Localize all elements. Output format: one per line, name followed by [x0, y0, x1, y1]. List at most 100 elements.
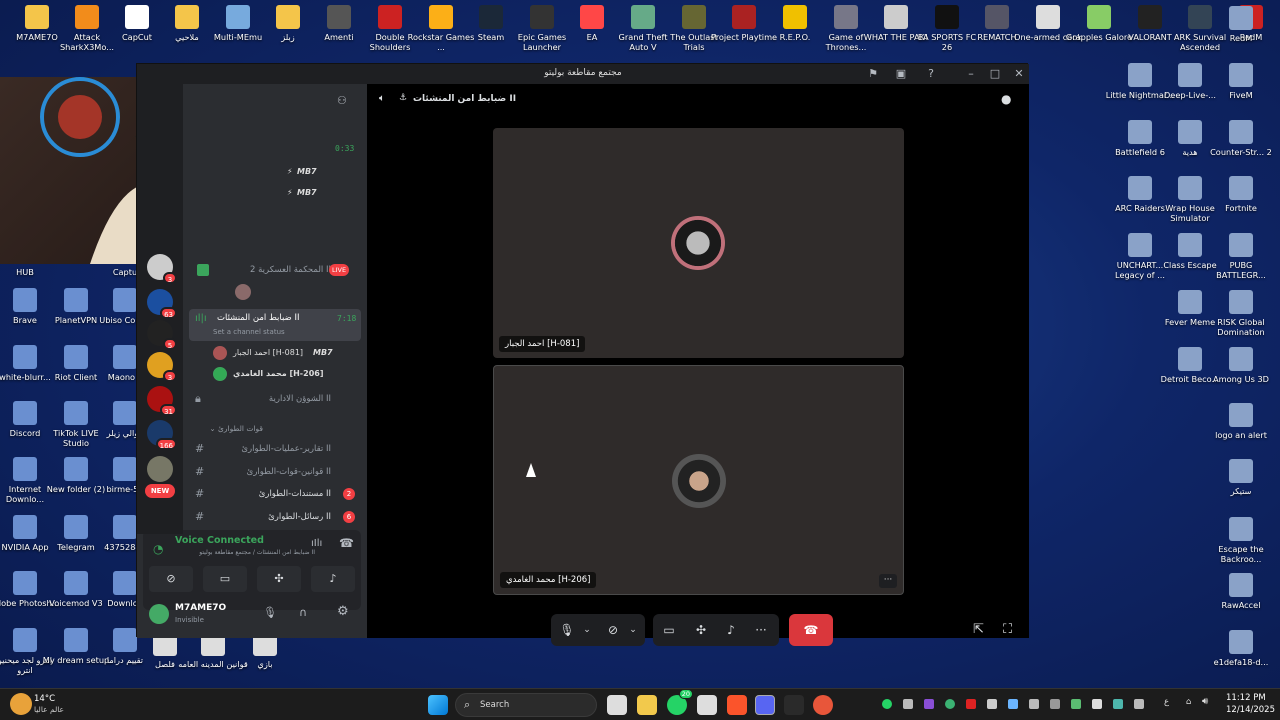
tray-icon[interactable] — [966, 699, 976, 709]
desktop-icon[interactable]: logo an alert — [1206, 403, 1276, 440]
desktop-icon[interactable]: RISK Global Domination — [1206, 290, 1276, 337]
active-voice-channel[interactable]: ıl|ı II ضبابط امن المنشئات 7:18 Set a ch… — [189, 309, 361, 341]
voice-member[interactable]: محمد الغامدي [H-206] — [213, 365, 361, 383]
desktop-icon-label: R.E.P.O. — [779, 32, 811, 42]
chevron-down-icon[interactable]: ⌄ — [573, 614, 601, 646]
channel-status[interactable]: Set a channel status — [213, 328, 285, 336]
desktop-icon[interactable]: Escape the Backroo... — [1206, 517, 1276, 564]
headphones-icon[interactable]: ∩ — [299, 606, 307, 619]
screen-share-button[interactable]: ▭ — [655, 614, 683, 646]
maximize-button[interactable]: □ — [987, 67, 1003, 81]
desktop-icon-label: RawAccel — [1221, 600, 1261, 610]
server-icon[interactable]: 31 — [147, 386, 177, 416]
desktop-icon[interactable]: RedM — [1206, 6, 1276, 43]
text-channel[interactable]: # II قوانين-قوات-الطوارئ — [189, 462, 361, 482]
app-icon — [1178, 120, 1202, 144]
soundboard-button[interactable]: ♪ — [717, 614, 745, 646]
brave-icon[interactable] — [727, 695, 747, 715]
tray-icon[interactable] — [1029, 699, 1039, 709]
terminal-icon[interactable] — [784, 695, 804, 715]
microphone-icon[interactable]: 🎙︎ — [263, 606, 277, 619]
server-icon[interactable] — [147, 456, 173, 482]
activities-button[interactable]: ✣ — [687, 614, 715, 646]
voice-location[interactable]: II ضبابط امن المنشئات / مجتمع مقاطعة بول… — [175, 549, 315, 556]
file-explorer-icon[interactable] — [637, 695, 657, 715]
locked-channel[interactable]: 🔒︎ II الشوؤن الادارية — [189, 389, 361, 409]
leave-call-button[interactable]: ☎ — [789, 614, 833, 646]
server-icon[interactable]: 5 — [147, 320, 177, 350]
activities-button[interactable]: ✣ — [257, 566, 301, 592]
noise-suppression-icon[interactable]: ıIlı — [311, 538, 322, 549]
participant-tile[interactable]: محمد الغامدي [H-206] ··· — [493, 365, 904, 595]
desktop-icon[interactable]: PUBG BATTLEGR... — [1206, 233, 1276, 280]
desktop-icon[interactable]: Among Us 3D — [1206, 347, 1276, 384]
weather-icon[interactable] — [10, 693, 32, 715]
new-badge[interactable]: NEW — [145, 484, 175, 498]
server-icon[interactable]: 166 — [147, 420, 177, 450]
avatar[interactable] — [149, 604, 169, 624]
windows-start-icon[interactable] — [428, 695, 448, 715]
tray-icon[interactable] — [1092, 699, 1102, 709]
category-header[interactable]: قوات الطوارئ ⌄ — [193, 424, 263, 433]
desktop-icon[interactable]: RawAccel — [1206, 573, 1276, 610]
text-channel[interactable]: # II تقارير-عمليات-الطوارئ — [189, 439, 361, 459]
popout-icon[interactable]: ⇱ — [973, 622, 984, 637]
tray-icon[interactable] — [1113, 699, 1123, 709]
tray-icon[interactable] — [924, 699, 934, 709]
text-channel[interactable]: # II مستندات-الطوارئ 2 — [189, 484, 361, 504]
help-icon[interactable]: ? — [923, 67, 939, 81]
desktop-icon[interactable]: Counter-Str... 2 — [1206, 120, 1276, 157]
camera-off-button[interactable]: ⊘ — [149, 566, 193, 592]
tray-icon[interactable] — [903, 699, 913, 709]
discord-icon[interactable] — [755, 695, 775, 715]
voice-channel-live[interactable]: II المحكمة العسكرية 2 LIVE — [189, 260, 361, 280]
whatsapp-tray-icon[interactable] — [882, 699, 892, 709]
live-badge: LIVE — [329, 264, 350, 276]
tray-icon[interactable] — [1008, 699, 1018, 709]
clock-time[interactable]: 11:12 PM — [1226, 693, 1266, 703]
whatsapp-icon[interactable]: 20 — [667, 689, 693, 715]
inbox-icon[interactable]: ▣ — [893, 67, 909, 81]
tray-icon[interactable] — [1134, 699, 1144, 709]
clock-date[interactable]: 12/14/2025 — [1226, 705, 1275, 715]
screen-share-button[interactable]: ▭ — [203, 566, 247, 592]
more-button[interactable]: ··· — [747, 614, 775, 646]
search-box[interactable]: ⌕ Search — [455, 693, 597, 717]
unread-badge: 5 — [163, 338, 177, 350]
network-icon[interactable]: ⌂ — [1186, 697, 1191, 707]
minimize-button[interactable]: – — [963, 67, 979, 81]
fullscreen-icon[interactable]: ⛶ — [1003, 622, 1012, 637]
task-view-icon[interactable] — [607, 695, 627, 715]
desktop-icon[interactable]: Fortnite — [1206, 176, 1276, 213]
server-icon[interactable]: 63 — [147, 289, 177, 319]
more-options-icon[interactable]: ··· — [879, 574, 897, 588]
text-channel[interactable]: # II رسائل-الطوارئ 6 — [189, 507, 361, 527]
app-icon[interactable] — [813, 695, 833, 715]
tray-icon[interactable] — [945, 699, 955, 709]
tray-icon[interactable] — [1071, 699, 1081, 709]
chat-icon[interactable]: ● — [1001, 92, 1011, 106]
chevron-down-icon[interactable]: ⌄ — [619, 614, 647, 646]
clipboard-icon[interactable] — [697, 695, 717, 715]
desktop-icon[interactable]: e1defa18-d... — [1206, 630, 1276, 667]
participant-tile[interactable]: احمد الجبار [H-081] — [493, 128, 904, 358]
app-icon — [1229, 6, 1253, 30]
volume-icon[interactable]: 🔊︎ — [1202, 696, 1208, 707]
speaker-icon[interactable]: 🔈︎ — [379, 93, 385, 104]
stream-timer: 0:33 — [335, 144, 355, 153]
soundboard-button[interactable]: ♪ — [311, 566, 355, 592]
tray-icon[interactable] — [987, 699, 997, 709]
desktop-icon[interactable]: ستيكر — [1206, 459, 1276, 496]
add-friend-icon[interactable]: ⚇ — [337, 94, 347, 107]
gear-icon[interactable]: ⚙ — [337, 604, 349, 619]
server-icon[interactable]: 3 — [147, 352, 177, 382]
input-language-icon[interactable]: ع — [1164, 697, 1169, 707]
app-icon — [1229, 630, 1253, 654]
voice-member[interactable]: احمد الجبار [H-081] MB7 — [213, 344, 361, 362]
desktop-icon[interactable]: FiveM — [1206, 63, 1276, 100]
tray-icon[interactable] — [1050, 699, 1060, 709]
disconnect-icon[interactable]: ☎ — [339, 536, 354, 550]
server-icon[interactable]: 3 — [147, 254, 177, 284]
close-button[interactable]: ✕ — [1011, 67, 1027, 81]
flag-icon[interactable]: ⚑ — [865, 67, 881, 81]
